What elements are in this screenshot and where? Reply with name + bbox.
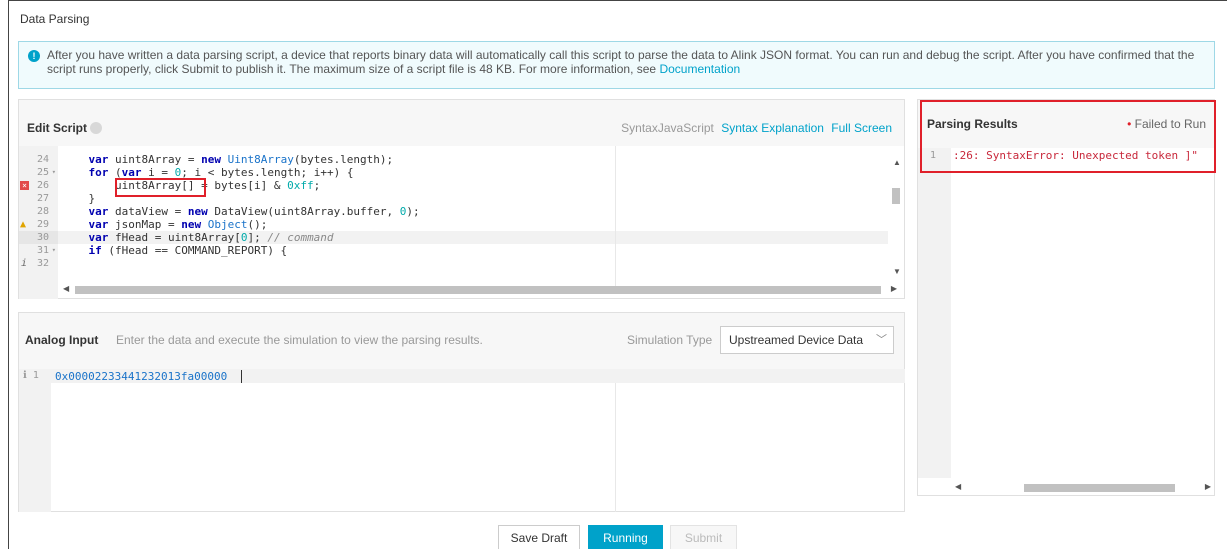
info-icon: !	[28, 50, 40, 62]
print-margin	[615, 383, 616, 512]
submit-button[interactable]: Submit	[670, 525, 737, 549]
simulation-type-label: Simulation Type	[627, 333, 713, 347]
editor-gutter: 24 25 ▾ × 26 27 28 ▲ 29 30 31 ▾ i 32	[19, 146, 58, 299]
scrollbar-thumb[interactable]	[1024, 484, 1175, 492]
full-screen-link[interactable]: Full Screen	[831, 121, 892, 135]
analog-input-panel: Analog Input Enter the data and execute …	[18, 312, 905, 512]
input-gutter	[19, 369, 51, 512]
error-highlight-box	[115, 178, 206, 197]
info-notice: ! After you have written a data parsing …	[18, 41, 1215, 89]
scroll-right-icon[interactable]: ▶	[1205, 482, 1211, 491]
analog-input-hint: Enter the data and execute the simulatio…	[116, 333, 483, 347]
input-line-number: ℹ 1	[23, 370, 39, 381]
notice-text: After you have written a data parsing sc…	[47, 48, 1195, 76]
save-draft-button[interactable]: Save Draft	[498, 525, 580, 549]
running-button[interactable]: Running	[588, 525, 663, 549]
help-icon[interactable]	[90, 122, 103, 134]
results-gutter	[918, 148, 951, 478]
analog-input-editor[interactable]: 0x00002233441232013fa00000	[55, 370, 227, 383]
documentation-link[interactable]: Documentation	[659, 62, 740, 76]
code-line: var fHead = uint8Array[0]; // command	[58, 231, 888, 244]
analog-input-label: Analog Input	[25, 333, 99, 347]
editor-horizontal-scrollbar[interactable]: ◀ ▶	[59, 283, 899, 295]
scroll-up-icon[interactable]: ▲	[893, 158, 901, 167]
edit-script-panel: Edit Script SyntaxJavaScript Syntax Expl…	[18, 99, 905, 299]
line-number: ▲ 29	[20, 219, 49, 230]
chevron-down-icon: ﹀	[876, 334, 887, 346]
code-line: var jsonMap = new Object();	[88, 218, 268, 231]
info-marker-icon: i	[21, 258, 28, 269]
edit-script-header: Edit Script SyntaxJavaScript Syntax Expl…	[19, 100, 904, 146]
action-bar: Save Draft Running Submit	[0, 525, 1227, 549]
line-number: 30	[19, 231, 58, 244]
page-title: Data Parsing	[20, 12, 90, 26]
fold-arrow-icon[interactable]: ▾	[52, 244, 56, 257]
line-number: 24	[36, 154, 49, 165]
syntax-explanation-link[interactable]: Syntax Explanation	[721, 121, 824, 135]
print-margin	[615, 146, 616, 286]
error-marker-icon: ×	[20, 181, 29, 190]
code-line: if (fHead == COMMAND_REPORT) {	[88, 244, 288, 257]
scroll-right-icon[interactable]: ▶	[891, 284, 897, 293]
edit-script-label: Edit Script	[27, 121, 103, 135]
syntax-label: SyntaxJavaScript	[621, 121, 714, 135]
code-editor[interactable]: var uint8Array = new Uint8Array(bytes.le…	[58, 146, 906, 286]
scroll-down-icon[interactable]: ▼	[893, 267, 901, 276]
code-line: var dataView = new DataView(uint8Array.b…	[88, 205, 420, 218]
results-horizontal-scrollbar[interactable]: ◀ ▶	[951, 481, 1213, 493]
editor-vertical-scrollbar[interactable]: ▲ ▼	[890, 158, 902, 276]
line-number: × 26	[19, 179, 58, 192]
simulation-type-select[interactable]: Upstreamed Device Data ﹀	[720, 326, 894, 354]
fold-arrow-icon[interactable]: ▾	[52, 166, 56, 179]
line-number: 27	[36, 193, 49, 204]
line-number: 25 ▾	[36, 166, 56, 179]
line-number: 28	[36, 206, 49, 217]
line-number: i 32	[21, 258, 49, 269]
scroll-left-icon[interactable]: ◀	[63, 284, 69, 293]
code-line: var uint8Array = new Uint8Array(bytes.le…	[88, 153, 394, 166]
scrollbar-thumb[interactable]	[75, 286, 881, 294]
scroll-left-icon[interactable]: ◀	[955, 482, 961, 491]
text-cursor	[241, 370, 242, 383]
line-number: 31 ▾	[36, 244, 56, 257]
results-highlight-box	[920, 100, 1216, 173]
scrollbar-thumb[interactable]	[892, 188, 900, 204]
warning-marker-icon: ▲	[20, 219, 27, 230]
